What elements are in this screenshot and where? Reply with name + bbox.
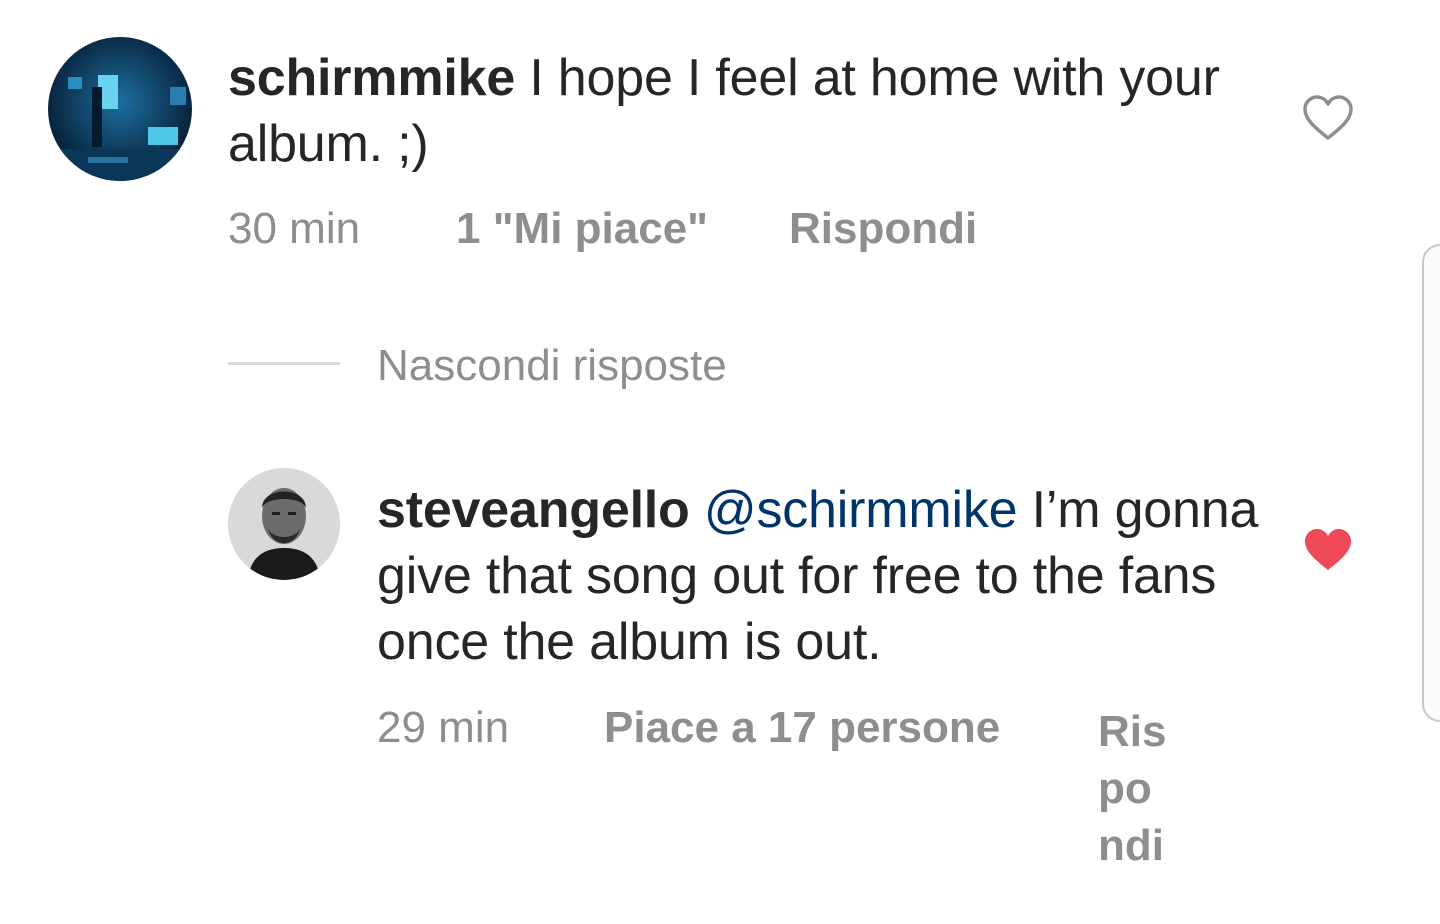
heart-outline-icon	[1303, 95, 1353, 140]
mention-link[interactable]: @schirmmike	[704, 481, 1018, 539]
comment-username[interactable]: schirmmike	[228, 49, 515, 107]
comment-likes-link[interactable]: 1 "Mi piace"	[456, 200, 708, 258]
comment-likes-link[interactable]: Piace a 17 persone	[604, 699, 1000, 757]
reply-button[interactable]: Rispondi	[789, 200, 977, 258]
replies-divider	[228, 362, 340, 365]
comment-timestamp: 30 min	[228, 204, 361, 253]
likes-label: Piace a 17 persone	[604, 703, 1001, 752]
heart-filled-icon	[1305, 529, 1351, 570]
reply-button[interactable]: Rispondi	[1098, 703, 1178, 874]
like-button[interactable]	[1302, 526, 1354, 574]
reply-label: Rispondi	[1098, 707, 1167, 870]
comment-text: schirmmike I hope I feel at home with yo…	[228, 45, 1228, 177]
comment-timestamp: 29 min	[377, 703, 510, 752]
reply-label: Rispondi	[789, 204, 978, 253]
profile-photo-icon	[48, 37, 192, 181]
comment-username[interactable]: steveangello	[377, 481, 690, 539]
profile-photo-icon	[228, 468, 340, 580]
comment-text: steveangello @schirmmike I’m gonna give …	[377, 477, 1277, 675]
avatar[interactable]	[48, 37, 192, 181]
hide-replies-button[interactable]: Nascondi risposte	[377, 337, 727, 395]
like-button[interactable]	[1302, 94, 1354, 142]
avatar[interactable]	[228, 468, 340, 580]
edge-panel-handle[interactable]	[1422, 244, 1440, 722]
likes-label: 1 "Mi piace"	[456, 204, 709, 253]
comments-thread: schirmmike I hope I feel at home with yo…	[0, 0, 1440, 924]
